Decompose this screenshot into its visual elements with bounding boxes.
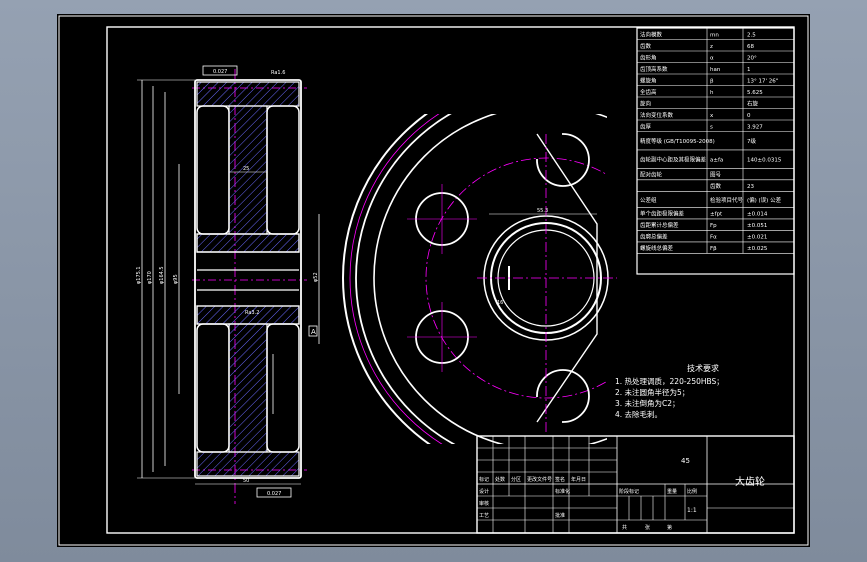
tech-note: 1. 热处理调质，220-250HBS； — [615, 376, 724, 386]
param-value: ±0.021 — [747, 235, 767, 241]
param-name: 单个齿距极限偏差 — [640, 210, 685, 218]
tb-label-zone: 分区 — [511, 476, 521, 483]
param-value: (偏) (误) 公差 — [747, 196, 782, 204]
param-symbol: x — [710, 113, 714, 119]
param-name: 全齿高 — [640, 88, 657, 96]
gear-parameter-table: 法向模数 mn 2.5 齿数 z 68 齿形角 α 20° 齿顶高系数 han 1 螺旋角 β 13° 17… — [636, 27, 795, 275]
param-symbol: Fα — [710, 235, 717, 241]
param-name: 齿距累计总偏差 — [640, 221, 679, 229]
param-value: ±0.025 — [747, 246, 768, 252]
tb-label-change-doc: 更改文件号 — [527, 476, 552, 483]
tech-notes-title: 技术要求 — [687, 363, 719, 373]
param-value: 7级 — [747, 137, 756, 145]
tb-label-approve: 批准 — [555, 512, 565, 519]
param-symbol: Fβ — [710, 246, 717, 252]
param-symbol: mn — [710, 32, 719, 38]
param-name: 螺旋线总偏差 — [640, 244, 674, 252]
param-value: ±0.051 — [747, 223, 767, 229]
drawing-svg: 0.027 0.027 Ra1.6 Ra3.2 A φ175.1 φ170 φ1… — [58, 15, 809, 546]
technical-notes: 技术要求 1. 热处理调质，220-250HBS； 2. 未注圆角半径为5； 3… — [615, 363, 724, 419]
param-name: 法向变位系数 — [640, 111, 674, 119]
dim-web-width: 25 — [243, 166, 249, 172]
cad-viewport: 0.027 0.027 Ra1.6 Ra3.2 A φ175.1 φ170 φ1… — [0, 0, 867, 562]
gdt-top-value: 0.027 — [213, 69, 227, 75]
tb-label-weight: 重量 — [667, 488, 677, 495]
tech-note: 2. 未注圆角半径为5； — [615, 387, 689, 397]
param-name: 齿顶高系数 — [640, 65, 668, 73]
tb-label-review: 审核 — [479, 500, 489, 507]
tb-label-process: 工艺 — [479, 513, 489, 519]
tb-label-date: 年月日 — [571, 476, 586, 483]
tb-label-standardize: 标准化 — [555, 488, 570, 495]
dim-keyway-depth: 55.3 — [537, 208, 548, 214]
drawing-sheet: 0.027 0.027 Ra1.6 Ra3.2 A φ175.1 φ170 φ1… — [57, 14, 810, 547]
tb-label-total: 共 — [622, 524, 627, 531]
param-name: 精度等级 (GB/T10095-2008) — [640, 137, 715, 145]
param-value: ±0.014 — [747, 212, 768, 218]
tb-label-ratio: 比例 — [687, 488, 697, 495]
dim-key-width: 16 — [497, 300, 503, 306]
param-name: 齿数 — [640, 42, 652, 50]
param-name: 螺旋角 — [640, 76, 657, 84]
param-name: 公差组 — [640, 196, 657, 204]
param-value: 0 — [747, 113, 751, 119]
param-symbol: 检验项目代号 — [710, 196, 744, 204]
tech-note: 4. 去除毛刺。 — [615, 409, 662, 419]
roughness-top: Ra1.6 — [271, 70, 285, 76]
param-symbol: 图号 — [710, 171, 722, 179]
param-symbol: 齿数 — [710, 182, 722, 190]
dim-tip-diameter: φ175.1 — [136, 266, 142, 284]
roughness-mid: Ra3.2 — [245, 310, 259, 316]
gear-end-view: 55.3 16 — [342, 114, 617, 444]
material-value: 45 — [681, 457, 690, 465]
param-value: 3.927 — [747, 124, 763, 130]
param-symbol: Fp — [710, 223, 717, 229]
param-symbol: α — [710, 55, 714, 61]
gdt-bottom-value: 0.027 — [267, 491, 281, 497]
tech-note: 3. 未注倒角为C2； — [615, 398, 680, 408]
param-name: 法向模数 — [640, 30, 663, 38]
tb-label-stage: 阶段标记 — [619, 488, 639, 495]
dim-bore-diameter: φ52 — [313, 272, 319, 282]
tb-label-sheet-no: 第 — [667, 524, 672, 531]
outer-frame — [58, 15, 809, 546]
param-name: 配对齿轮 — [640, 171, 663, 179]
dim-hub-diameter: φ95 — [173, 274, 179, 284]
param-value: 23 — [747, 184, 754, 190]
param-value: 右旋 — [747, 99, 759, 107]
param-symbol: s — [710, 124, 713, 130]
param-name: 齿轮副中心距及其极限偏差 — [640, 156, 707, 164]
param-symbol: z — [710, 44, 713, 50]
tb-label-design: 设计 — [479, 488, 489, 495]
param-symbol: β — [710, 78, 714, 84]
param-symbol: h — [710, 90, 714, 96]
param-value: 13° 17' 26" — [747, 78, 778, 84]
param-value: 5.625 — [747, 90, 763, 96]
dim-pitch-diameter: φ170 — [147, 271, 153, 284]
param-name: 齿形角 — [640, 53, 657, 61]
drawing-name: 大齿轮 — [735, 475, 765, 488]
tb-label-sheet: 张 — [645, 524, 650, 531]
scale-value: 1:1 — [687, 507, 697, 514]
param-symbol: ±fpt — [710, 212, 723, 218]
param-symbol: han — [710, 67, 721, 73]
tb-label-count: 处数 — [495, 476, 505, 483]
param-value: 2.5 — [747, 32, 756, 38]
tb-label-mark: 标记 — [479, 476, 489, 483]
dim-face-width: 50 — [243, 478, 249, 484]
datum-letter: A — [311, 328, 316, 336]
param-symbol: a±fa — [710, 158, 723, 164]
param-name: 旋向 — [640, 99, 651, 107]
param-value: 140±0.0315 — [747, 158, 782, 164]
gear-section-view: 0.027 0.027 Ra1.6 Ra3.2 A φ175.1 φ170 φ1… — [136, 65, 320, 504]
param-value: 20° — [747, 55, 757, 61]
param-value: 68 — [747, 44, 754, 50]
param-name: 齿廓总偏差 — [640, 233, 668, 241]
dim-root-diameter: φ164.5 — [159, 266, 165, 284]
tb-label-sign: 签名 — [555, 476, 565, 483]
param-value: 1 — [747, 67, 751, 73]
param-name: 齿厚 — [640, 123, 652, 130]
